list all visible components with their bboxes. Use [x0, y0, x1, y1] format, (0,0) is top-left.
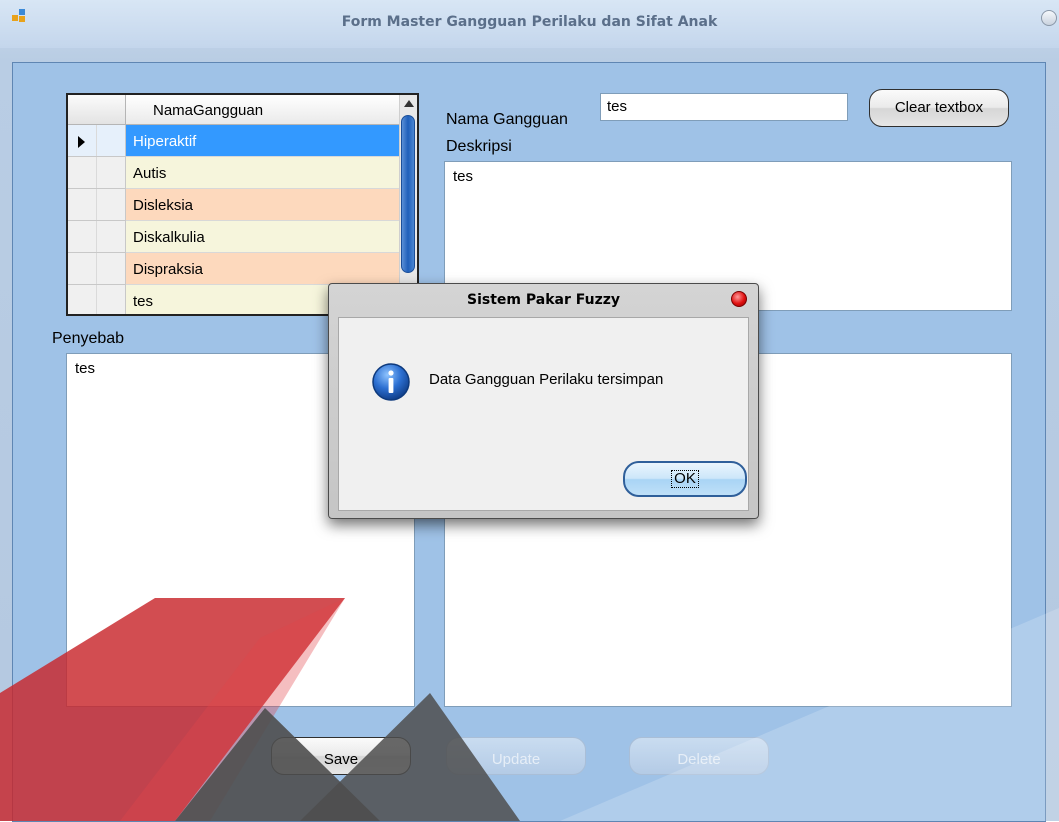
- watermark-logo-icon: [0, 598, 1059, 821]
- row-header[interactable]: [68, 285, 126, 314]
- table-row[interactable]: Autis: [68, 157, 399, 189]
- penyebab-label: Penyebab: [52, 330, 125, 347]
- row-header[interactable]: [68, 125, 126, 157]
- table-row[interactable]: Diskalkulia: [68, 221, 399, 253]
- column-header-namagangguan[interactable]: NamaGangguan: [126, 95, 399, 125]
- ok-button[interactable]: OK: [623, 461, 747, 497]
- grid-header: NamaGangguan: [68, 95, 399, 125]
- clear-textbox-button[interactable]: Clear textbox: [869, 89, 1009, 127]
- table-row[interactable]: Dispraksia: [68, 253, 399, 285]
- table-row[interactable]: Disleksia: [68, 189, 399, 221]
- grid-vertical-scrollbar[interactable]: [399, 95, 417, 314]
- watermark-white-swoosh: [560, 608, 1059, 821]
- dialog-title: Sistem Pakar Fuzzy: [467, 292, 620, 308]
- dialog-message: Data Gangguan Perilaku tersimpan: [429, 371, 664, 388]
- grid-cell[interactable]: Dispraksia: [126, 253, 399, 285]
- title-bar[interactable]: Form Master Gangguan Perilaku dan Sifat …: [0, 0, 1059, 48]
- ok-button-label: OK: [671, 470, 699, 488]
- scroll-thumb[interactable]: [401, 115, 415, 273]
- grid-cell[interactable]: Diskalkulia: [126, 221, 399, 253]
- row-header[interactable]: [68, 189, 126, 221]
- grid-cell[interactable]: Autis: [126, 157, 399, 189]
- watermark-gray-shape: [300, 693, 520, 821]
- dialog-body: Data Gangguan Perilaku tersimpan OK: [338, 317, 749, 511]
- message-dialog: Sistem Pakar Fuzzy Data Gangguan Perilak…: [328, 283, 759, 519]
- row-header[interactable]: [68, 157, 126, 189]
- grid-cell[interactable]: Hiperaktif: [126, 125, 399, 157]
- row-header-corner: [68, 95, 126, 125]
- deskripsi-label: Deskripsi: [446, 138, 512, 155]
- row-header[interactable]: [68, 221, 126, 253]
- dialog-close-icon[interactable]: [731, 291, 747, 307]
- scroll-up-arrow-icon[interactable]: [404, 100, 414, 107]
- window-close-button[interactable]: [1041, 10, 1057, 26]
- table-row[interactable]: Hiperaktif: [68, 125, 399, 157]
- current-row-pointer-icon: [78, 136, 85, 148]
- nama-gangguan-label: Nama Gangguan: [446, 111, 568, 128]
- window-title: Form Master Gangguan Perilaku dan Sifat …: [341, 14, 718, 30]
- row-header[interactable]: [68, 253, 126, 285]
- info-icon: [372, 363, 410, 401]
- grid-cell[interactable]: Disleksia: [126, 189, 399, 221]
- nama-gangguan-input[interactable]: tes: [600, 93, 848, 121]
